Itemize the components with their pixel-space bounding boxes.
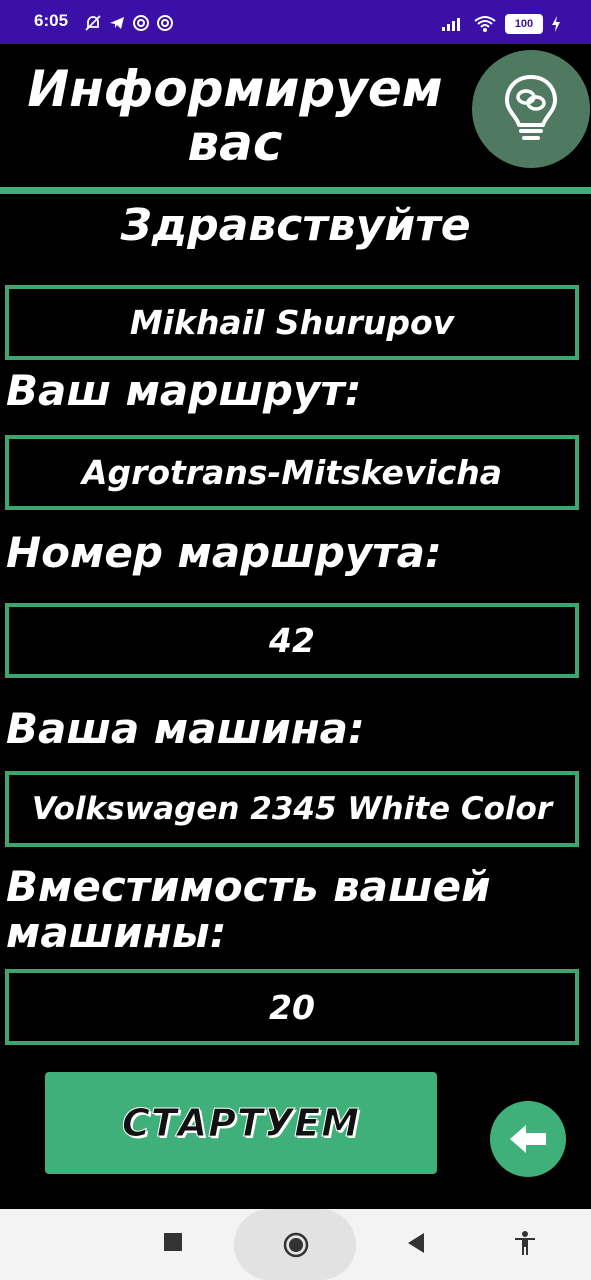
nav-home-icon[interactable] xyxy=(282,1231,310,1259)
route-field: Agrotrans-Mitskevicha xyxy=(5,435,579,510)
signal-icon xyxy=(442,18,460,31)
route-number-label: Номер маршрута: xyxy=(6,528,442,577)
telegram-icon xyxy=(110,17,124,29)
greeting-text: Здравствуйте xyxy=(120,200,471,251)
page-title-line2: вас xyxy=(187,114,283,172)
arrow-left-icon xyxy=(510,1125,546,1153)
start-button[interactable]: СТАРТУЕМ xyxy=(45,1072,437,1174)
lightbulb-icon xyxy=(505,75,557,140)
route-number-field: 42 xyxy=(5,603,579,678)
page-title: Информируем вас xyxy=(0,62,470,170)
car-field: Volkswagen 2345 White Color xyxy=(5,771,579,847)
bell-off-icon xyxy=(85,15,101,31)
battery-icon: 100 xyxy=(505,14,543,34)
status-time: 6:05 xyxy=(34,11,69,30)
driver-name-field: Mikhail Shurupov xyxy=(5,285,579,360)
info-bulb-button[interactable] xyxy=(472,50,590,168)
nav-recents-icon[interactable] xyxy=(164,1233,182,1251)
at-icon xyxy=(133,15,149,31)
wifi-icon xyxy=(474,16,496,32)
capacity-label: Вместимость вашей машины: xyxy=(6,864,491,956)
system-nav-bar xyxy=(0,1209,591,1280)
header-divider xyxy=(0,187,591,194)
capacity-label-line1: Вместимость вашей xyxy=(6,862,491,911)
capacity-field: 20 xyxy=(5,969,579,1045)
back-button[interactable] xyxy=(490,1101,566,1177)
page-title-line1: Информируем xyxy=(27,60,443,118)
car-label: Ваша машина: xyxy=(6,704,365,753)
route-label: Ваш маршрут: xyxy=(6,366,362,415)
at-icon xyxy=(157,15,173,31)
status-bar: 6:05 100 xyxy=(0,0,591,44)
capacity-label-line2: машины: xyxy=(6,908,227,957)
nav-back-icon[interactable] xyxy=(406,1233,426,1253)
accessibility-icon[interactable] xyxy=(514,1231,536,1255)
charging-icon xyxy=(552,16,560,32)
